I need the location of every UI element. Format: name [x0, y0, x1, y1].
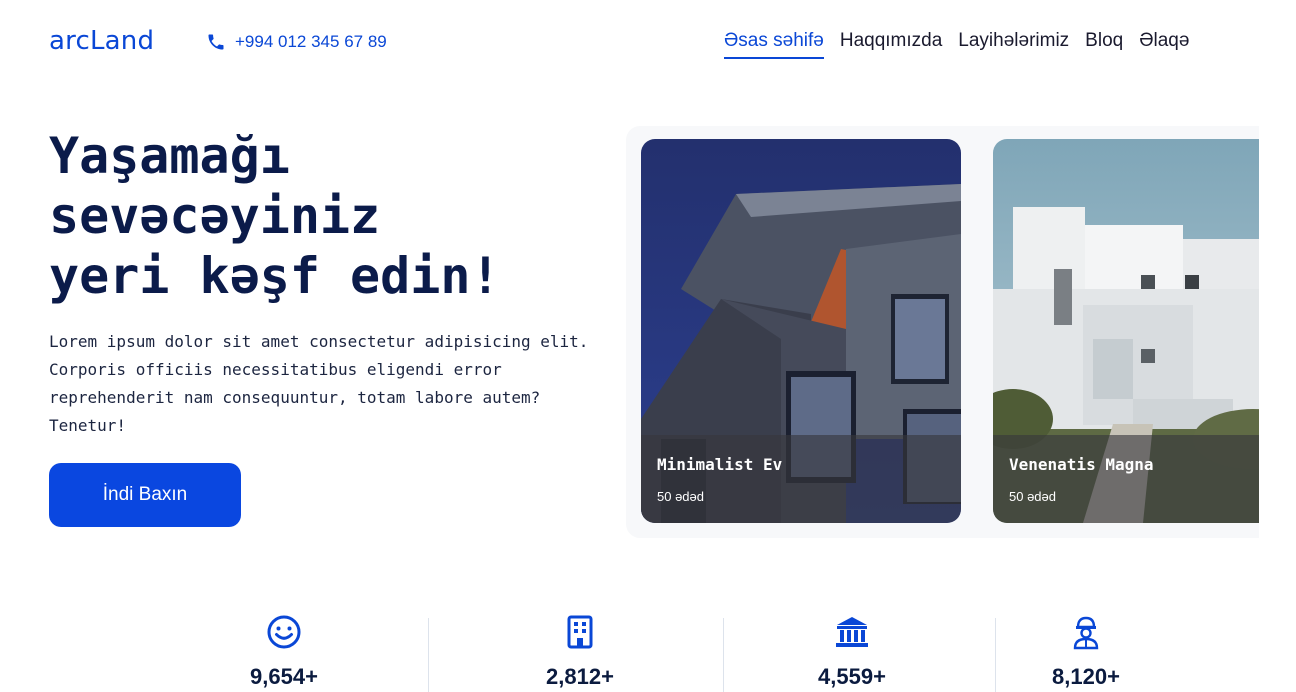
nav-item-contact[interactable]: Əlaqə	[1139, 30, 1189, 59]
stat-value: 2,812+	[546, 664, 614, 689]
hero-title-line: yeri kəşf edin!	[49, 247, 501, 305]
stat-divider	[428, 618, 429, 692]
smile-icon	[267, 615, 301, 649]
brand-logo[interactable]: arcLand	[49, 26, 154, 56]
hero-title-line: sevəcəyiniz	[49, 187, 381, 245]
card-title: Minimalist Ev	[657, 455, 783, 474]
card-count: 50 ədəd	[1009, 489, 1056, 504]
card-count: 50 ədəd	[657, 489, 704, 504]
stat-item: 4,559+	[802, 614, 902, 690]
site-header: arcLand +994 012 345 67 89 Əsas səhifə H…	[0, 0, 1296, 86]
nav-item-home[interactable]: Əsas səhifə	[724, 30, 824, 59]
stat-item: 8,120+	[1036, 614, 1136, 690]
nav-item-about[interactable]: Haqqımızda	[840, 30, 942, 59]
phone-icon	[208, 34, 224, 50]
hero-description: Lorem ipsum dolor sit amet consectetur a…	[49, 332, 589, 435]
stat-value: 8,120+	[1052, 664, 1120, 689]
property-card[interactable]: Venenatis Magna 50 ədəd	[993, 139, 1259, 523]
stat-value: 9,654+	[250, 664, 318, 689]
phone-number: +994 012 345 67 89	[235, 32, 387, 51]
property-card[interactable]: Minimalist Ev 50 ədəd	[641, 139, 961, 523]
worker-icon	[1073, 616, 1099, 650]
stat-item: 2,812+	[530, 614, 630, 690]
view-now-button[interactable]: İndi Baxın	[49, 463, 241, 527]
card-caption-overlay	[993, 435, 1259, 523]
card-caption-overlay	[641, 435, 961, 523]
property-carousel[interactable]: Minimalist Ev 50 ədəd Venenatis Magna 50…	[626, 126, 1259, 538]
building-icon	[567, 615, 593, 649]
main-nav: Əsas səhifə Haqqımızda Layihələrimiz Blo…	[724, 30, 1189, 59]
hero-title: Yaşamağı sevəcəyiniz yeri kəşf edin!	[49, 126, 609, 306]
stat-divider	[723, 618, 724, 692]
hero-title-line: Yaşamağı	[49, 127, 290, 185]
stat-item: 9,654+	[234, 614, 334, 690]
stat-value: 4,559+	[818, 664, 886, 689]
stat-divider	[995, 618, 996, 692]
nav-item-blog[interactable]: Bloq	[1085, 30, 1123, 59]
bank-icon	[836, 617, 868, 647]
card-title: Venenatis Magna	[1009, 455, 1154, 474]
nav-item-projects[interactable]: Layihələrimiz	[958, 30, 1069, 59]
stats-section: 9,654+ 2,812+ 4,559+ 8,120+	[0, 600, 1296, 692]
phone-contact[interactable]: +994 012 345 67 89	[206, 32, 387, 52]
